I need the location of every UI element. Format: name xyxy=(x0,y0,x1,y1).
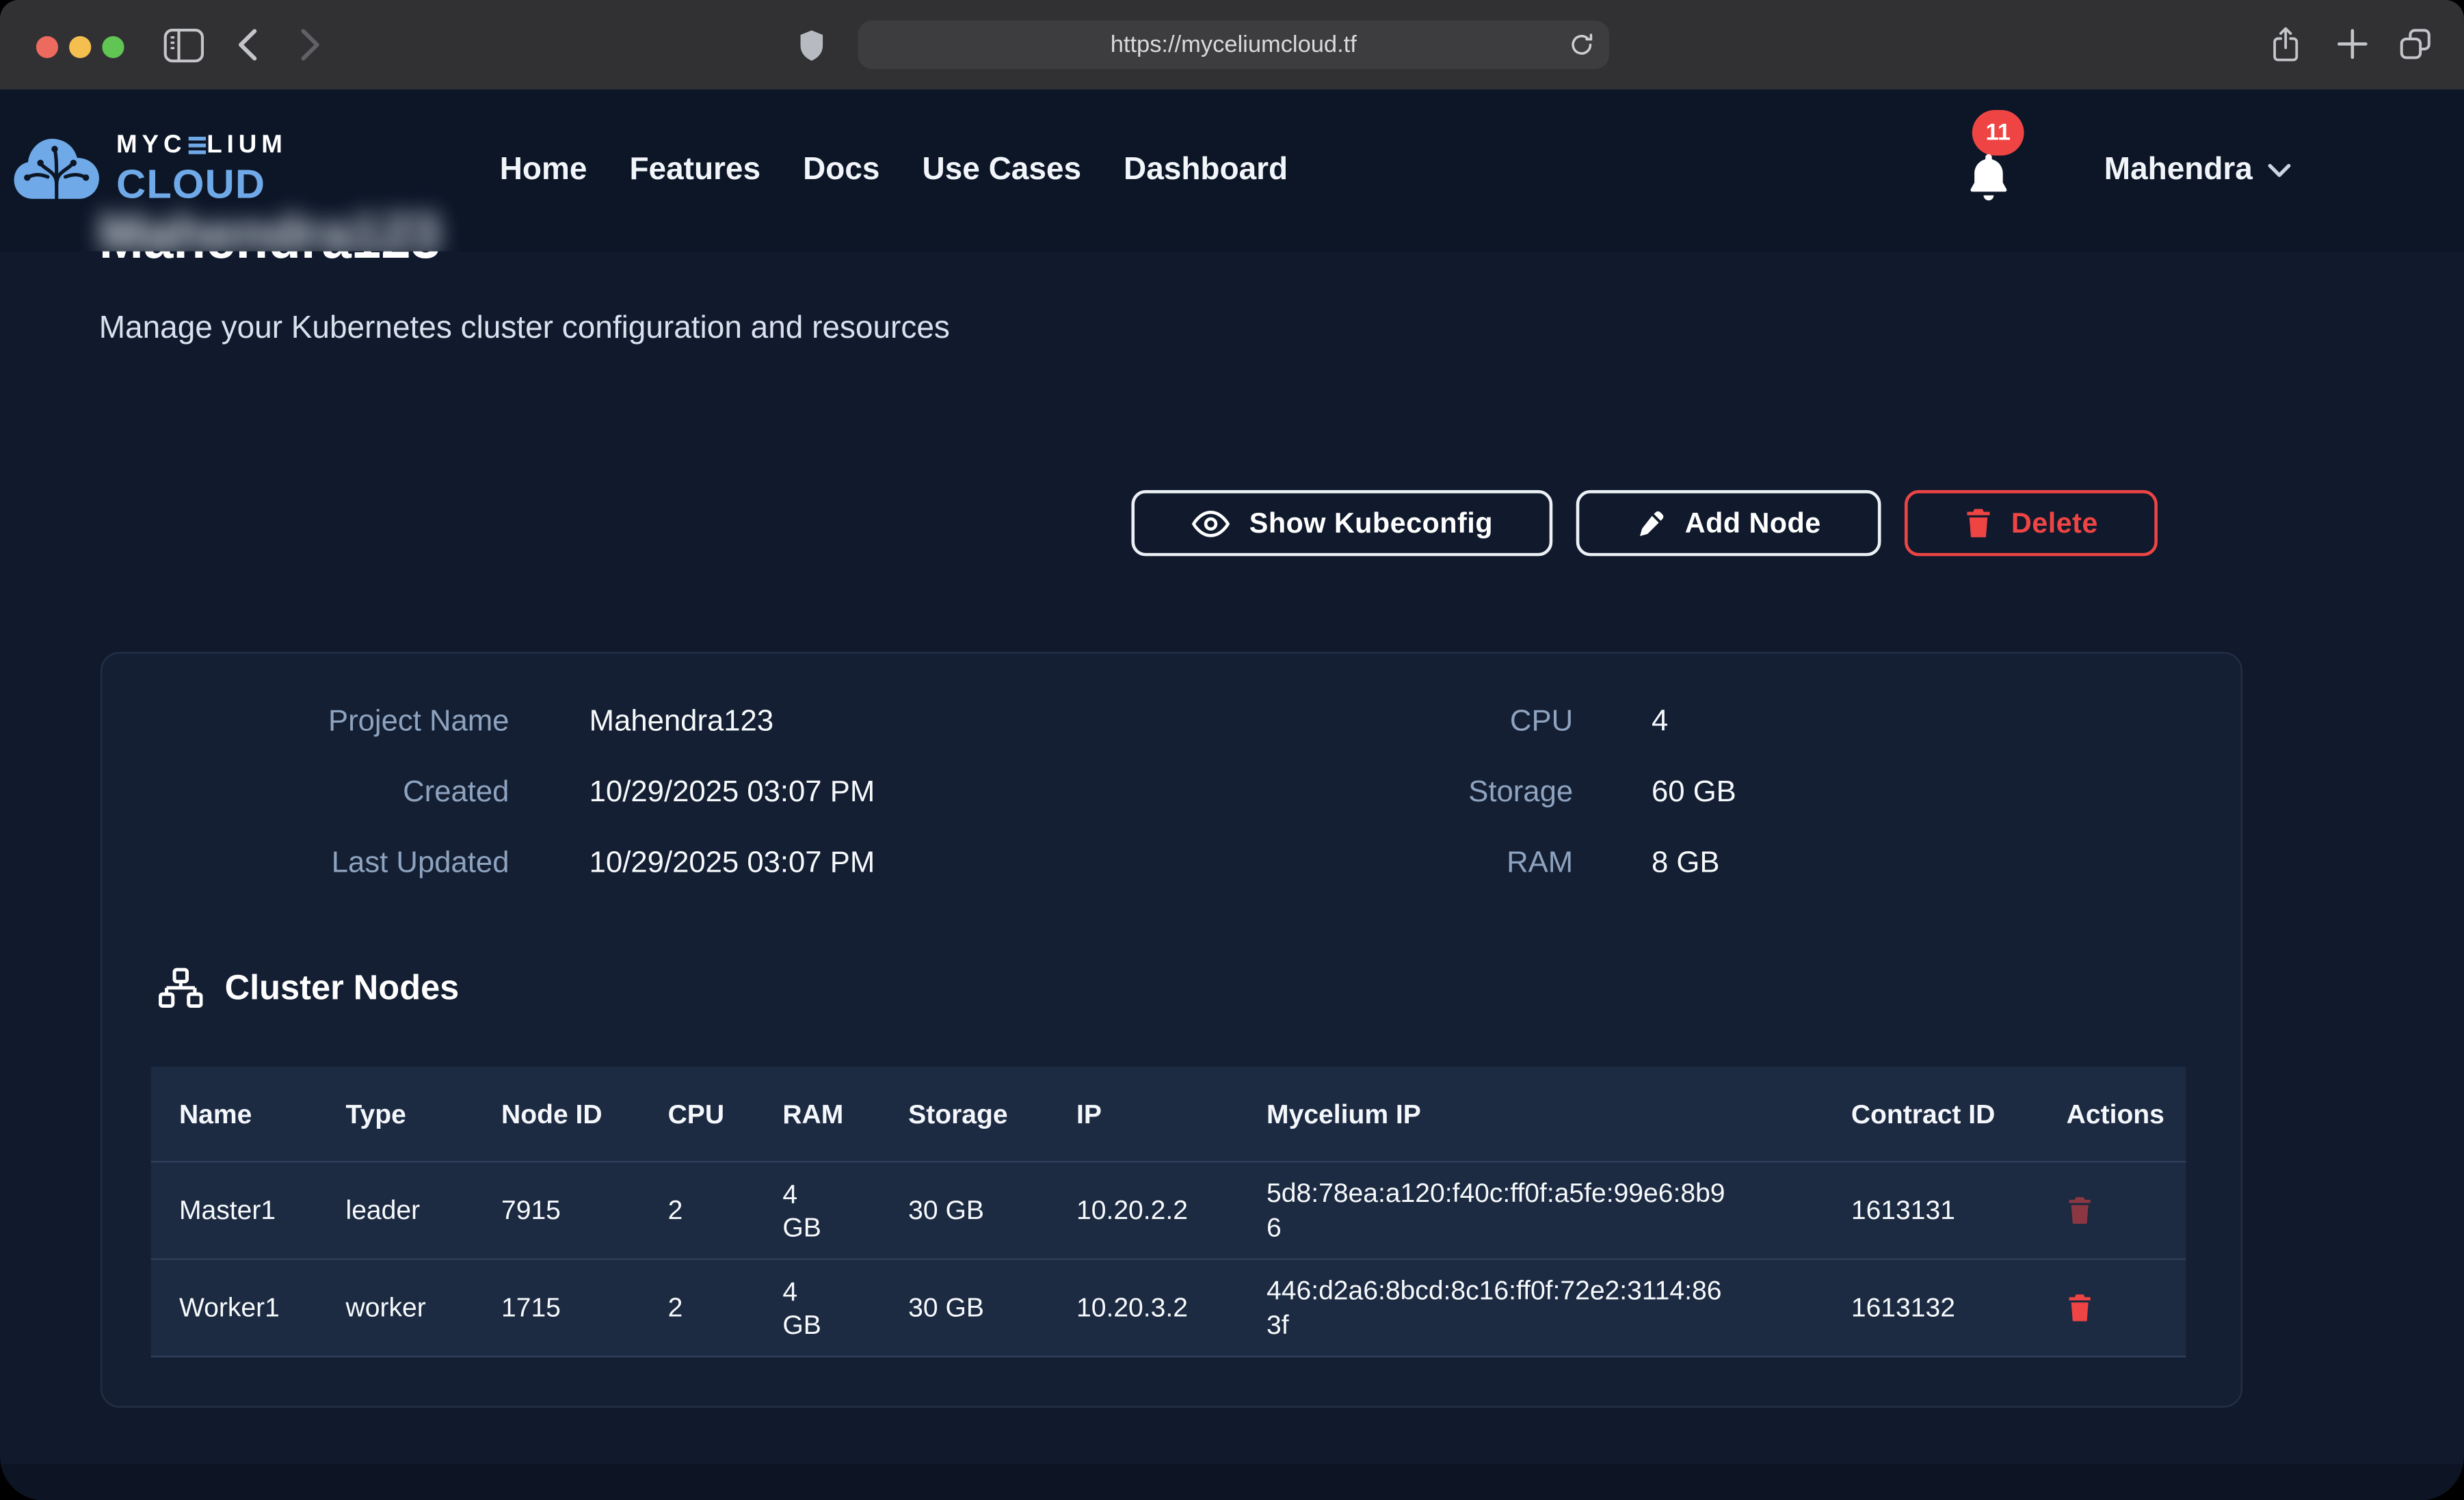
cluster-actions: Show Kubeconfig Add Node xyxy=(1131,490,2157,557)
delete-cluster-button[interactable]: Delete xyxy=(1905,490,2158,557)
nav-link-docs[interactable]: Docs xyxy=(803,152,879,189)
network-topology-icon xyxy=(159,967,202,1008)
cpu-label: CPU xyxy=(1223,706,1573,740)
cell-cpu: 2 xyxy=(639,1260,754,1356)
cloud-logo-icon xyxy=(12,132,101,204)
notifications-button[interactable]: 11 xyxy=(1961,110,2043,236)
cell-node-id: 1715 xyxy=(473,1260,640,1356)
col-type: Type xyxy=(317,1067,473,1161)
cell-ip: 10.20.3.2 xyxy=(1048,1260,1238,1356)
table-row: Master1 leader 7915 2 4 GB 30 GB 10.20.2… xyxy=(151,1162,2186,1259)
bell-icon xyxy=(1964,151,2013,204)
cell-name: Master1 xyxy=(151,1162,318,1258)
pencil-icon xyxy=(1637,508,1667,538)
col-ip: IP xyxy=(1048,1067,1238,1161)
cell-ram: 4 GB xyxy=(754,1162,880,1258)
cell-type: leader xyxy=(317,1162,473,1258)
nodes-table: Name Type Node ID CPU RAM Storage IP Myc… xyxy=(151,1067,2186,1357)
col-ram: RAM xyxy=(754,1067,880,1161)
brand-line2: CLOUD xyxy=(116,163,287,204)
created-value: 10/29/2025 03:07 PM xyxy=(589,776,875,811)
nav-link-features[interactable]: Features xyxy=(629,152,760,189)
cell-contract-id: 1613132 xyxy=(1823,1260,2038,1356)
cell-cpu: 2 xyxy=(639,1162,754,1258)
storage-label: Storage xyxy=(1223,776,1573,811)
col-actions: Actions xyxy=(2038,1067,2186,1161)
col-contract-id: Contract ID xyxy=(1823,1067,2038,1161)
chevron-down-icon xyxy=(2268,163,2292,178)
cell-ram: 4 GB xyxy=(754,1260,880,1356)
browser-window: https://myceliumcloud.tf xyxy=(0,0,2464,1500)
brand-logo[interactable]: MYCLIUM CLOUD xyxy=(12,132,287,204)
nav-link-use-cases[interactable]: Use Cases xyxy=(923,152,1082,189)
cell-storage: 30 GB xyxy=(880,1162,1048,1258)
ram-label: RAM xyxy=(1223,847,1573,882)
user-menu[interactable]: Mahendra xyxy=(2104,90,2292,252)
cell-mycelium-ip: 5d8:78ea:a120:f40c:ff0f:a5fe:99e6:8b96 xyxy=(1238,1162,1823,1258)
storage-value: 60 GB xyxy=(1652,776,1736,811)
cluster-details-card: Project Name Mahendra123 Created 10/29/2… xyxy=(101,652,2242,1408)
project-name-value: Mahendra123 xyxy=(589,706,773,740)
table-row: Worker1 worker 1715 2 4 GB 30 GB 10.20.3… xyxy=(151,1260,2186,1357)
col-node-id: Node ID xyxy=(473,1067,640,1161)
cell-type: worker xyxy=(317,1260,473,1356)
screenshot-stage: https://myceliumcloud.tf xyxy=(0,0,2464,1500)
col-cpu: CPU xyxy=(639,1067,754,1161)
add-node-label: Add Node xyxy=(1685,507,1821,539)
cell-ip: 10.20.2.2 xyxy=(1048,1162,1238,1258)
cell-contract-id: 1613131 xyxy=(1823,1162,2038,1258)
brand-line1: MYCLIUM xyxy=(116,133,287,158)
page-subtitle: Manage your Kubernetes cluster configura… xyxy=(99,311,950,347)
last-updated-value: 10/29/2025 03:07 PM xyxy=(589,847,875,882)
delete-label: Delete xyxy=(2011,507,2098,539)
nav-link-dashboard[interactable]: Dashboard xyxy=(1124,152,1288,189)
brand-wordmark: MYCLIUM CLOUD xyxy=(116,133,287,203)
user-name: Mahendra xyxy=(2104,152,2253,189)
col-mycelium-ip: Mycelium IP xyxy=(1238,1067,1823,1161)
cell-storage: 30 GB xyxy=(880,1260,1048,1356)
ram-value: 8 GB xyxy=(1652,847,1720,882)
created-label: Created xyxy=(159,776,509,811)
trash-icon xyxy=(1964,507,1992,539)
eye-icon xyxy=(1191,508,1230,538)
cluster-nodes-heading: Cluster Nodes xyxy=(159,967,459,1008)
nav-link-home[interactable]: Home xyxy=(500,152,587,189)
cpu-value: 4 xyxy=(1652,706,1668,740)
stylized-e-glyph xyxy=(188,136,205,155)
site-navbar: Mahendra123 xyxy=(0,90,2464,252)
cluster-nodes-title: Cluster Nodes xyxy=(225,967,460,1008)
col-name: Name xyxy=(151,1067,318,1161)
table-header-row: Name Type Node ID CPU RAM Storage IP Myc… xyxy=(151,1067,2186,1162)
show-kubeconfig-button[interactable]: Show Kubeconfig xyxy=(1131,490,1552,557)
nav-links: Home Features Docs Use Cases Dashboard xyxy=(500,90,1288,252)
project-name-label: Project Name xyxy=(159,706,509,740)
delete-node-icon[interactable] xyxy=(2067,1192,2102,1229)
last-updated-label: Last Updated xyxy=(159,847,509,882)
cell-actions xyxy=(2038,1162,2186,1258)
blurred-title-ghost: Mahendra123 xyxy=(99,204,440,252)
delete-node-icon[interactable] xyxy=(2067,1289,2102,1326)
cell-actions xyxy=(2038,1260,2186,1356)
cell-name: Worker1 xyxy=(151,1260,318,1356)
show-kubeconfig-label: Show Kubeconfig xyxy=(1249,507,1493,539)
notification-count-badge: 11 xyxy=(1972,110,2024,156)
cell-mycelium-ip: 446:d2a6:8bcd:8c16:ff0f:72e2:3114:863f xyxy=(1238,1260,1823,1356)
add-node-button[interactable]: Add Node xyxy=(1576,490,1881,557)
window-bottom-strip xyxy=(0,1464,2464,1500)
cell-node-id: 7915 xyxy=(473,1162,640,1258)
col-storage: Storage xyxy=(880,1067,1048,1161)
